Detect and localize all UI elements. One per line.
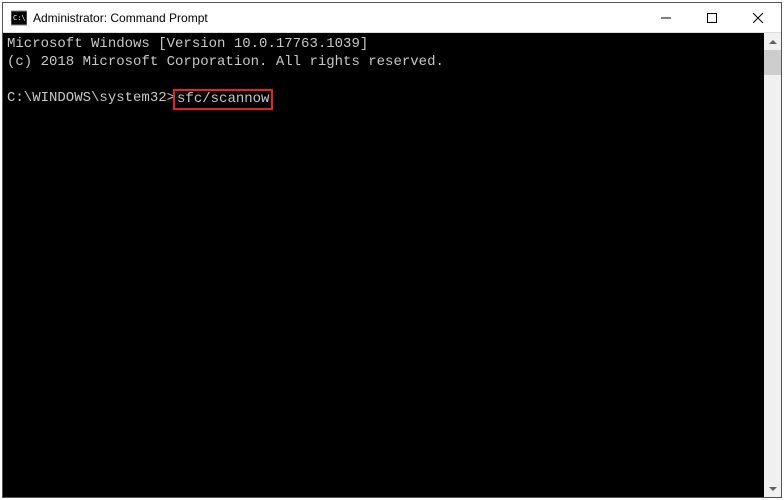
scrollbar-up-button[interactable] xyxy=(764,33,781,50)
titlebar[interactable]: C:\ Administrator: Command Prompt xyxy=(3,3,781,33)
window-controls xyxy=(643,3,781,32)
prompt-line: C:\WINDOWS\system32>sfc/scannow xyxy=(7,89,760,110)
terminal-output[interactable]: Microsoft Windows [Version 10.0.17763.10… xyxy=(3,33,764,497)
window-title: Administrator: Command Prompt xyxy=(33,11,643,25)
scrollbar-down-button[interactable] xyxy=(764,480,781,497)
copyright-line: (c) 2018 Microsoft Corporation. All righ… xyxy=(7,53,760,71)
blank-line xyxy=(7,71,760,89)
command-text: sfc/scannow xyxy=(177,91,269,107)
scrollbar-thumb[interactable] xyxy=(764,50,781,75)
command-highlight-box: sfc/scannow xyxy=(173,89,273,110)
minimize-button[interactable] xyxy=(643,3,689,33)
vertical-scrollbar[interactable] xyxy=(764,33,781,497)
version-line: Microsoft Windows [Version 10.0.17763.10… xyxy=(7,35,760,53)
svg-text:C:\: C:\ xyxy=(13,14,26,22)
close-button[interactable] xyxy=(735,3,781,33)
prompt-path: C:\WINDOWS\system32> xyxy=(7,89,175,107)
maximize-button[interactable] xyxy=(689,3,735,33)
cmd-icon: C:\ xyxy=(11,10,27,26)
terminal-area: Microsoft Windows [Version 10.0.17763.10… xyxy=(3,33,781,497)
command-prompt-window: C:\ Administrator: Command Prompt Micros… xyxy=(2,2,782,498)
